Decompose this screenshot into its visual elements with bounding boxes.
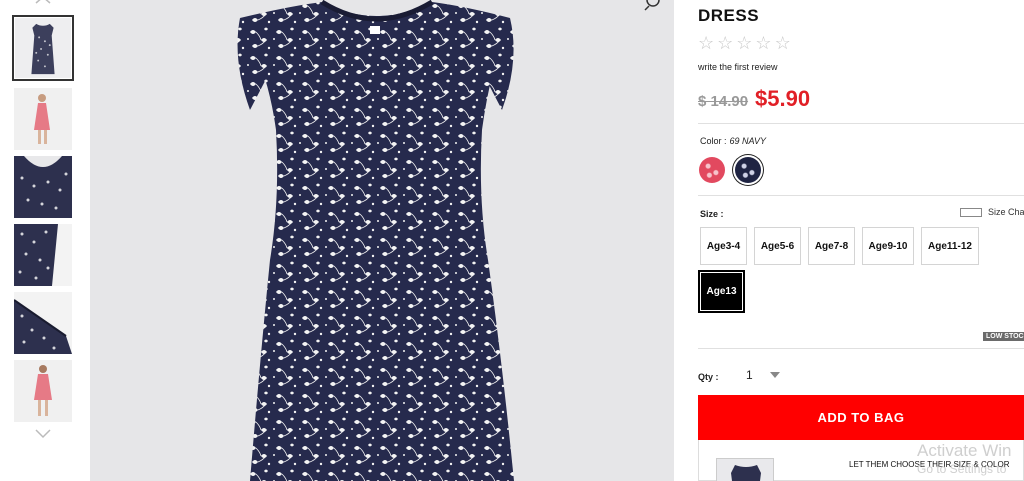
color-swatch-pink[interactable] bbox=[699, 157, 725, 183]
star-icon[interactable]: ☆ bbox=[698, 34, 714, 52]
size-option-age9-10[interactable]: Age9-10 bbox=[862, 227, 914, 265]
divider bbox=[698, 123, 1024, 124]
add-to-bag-button[interactable]: ADD TO BAG bbox=[698, 395, 1024, 440]
size-label: Size : bbox=[700, 209, 724, 219]
zoom-icon[interactable] bbox=[641, 0, 665, 14]
thumbnail-neckline-detail[interactable] bbox=[14, 156, 72, 218]
star-icon[interactable]: ☆ bbox=[736, 34, 752, 52]
size-option-age7-8[interactable]: Age7-8 bbox=[808, 227, 855, 265]
size-option-age3-4[interactable]: Age3-4 bbox=[700, 227, 747, 265]
ruler-icon bbox=[960, 207, 982, 217]
quantity-select[interactable]: 1 bbox=[746, 368, 753, 382]
thumbnail-model-side[interactable] bbox=[14, 88, 72, 150]
selected-color-value: 69 NAVY bbox=[729, 136, 767, 146]
star-icon[interactable]: ☆ bbox=[755, 34, 771, 52]
product-details-panel: DRESS ☆ ☆ ☆ ☆ ☆ write the first review $… bbox=[698, 0, 1024, 481]
size-chart-link[interactable]: Size Cha bbox=[960, 207, 1024, 217]
product-title: DRESS bbox=[698, 6, 760, 25]
quantity-label: Qty : bbox=[698, 372, 719, 382]
color-label: Color :69 NAVY bbox=[700, 136, 766, 146]
divider bbox=[698, 195, 1024, 196]
thumbnail-gallery bbox=[0, 0, 88, 481]
size-chart-label: Size Cha bbox=[988, 207, 1024, 217]
sale-price: $5.90 bbox=[755, 86, 811, 111]
product-page: DRESS ☆ ☆ ☆ ☆ ☆ write the first review $… bbox=[0, 0, 1024, 481]
caret-down-icon[interactable] bbox=[770, 372, 780, 378]
watermark-line2: Go to Settings to bbox=[917, 462, 1007, 476]
size-option-age11-12[interactable]: Age11-12 bbox=[921, 227, 979, 265]
size-option-age13[interactable]: Age13 bbox=[698, 270, 745, 313]
original-price: $ 14.90 bbox=[698, 93, 749, 110]
thumbnail-fabric-detail[interactable] bbox=[14, 224, 72, 286]
thumbnail-dress-front[interactable] bbox=[12, 15, 74, 81]
rating-stars[interactable]: ☆ ☆ ☆ ☆ ☆ bbox=[698, 34, 791, 52]
main-product-image[interactable] bbox=[90, 0, 674, 481]
thumbnail-model-front[interactable] bbox=[14, 360, 72, 422]
divider bbox=[698, 348, 1024, 349]
promo-thumbnail[interactable] bbox=[716, 458, 774, 481]
watermark-line1: Activate Win bbox=[917, 441, 1012, 460]
thumbnail-hem-detail[interactable] bbox=[14, 292, 72, 354]
size-option-age5-6[interactable]: Age5-6 bbox=[754, 227, 801, 265]
activation-watermark: Activate Win Go to Settings to bbox=[917, 441, 1011, 479]
write-review-link[interactable]: write the first review bbox=[698, 62, 778, 72]
color-label-text: Color : bbox=[700, 136, 727, 146]
stock-badge: LOW STOCK bbox=[983, 332, 1024, 341]
chevron-up-icon[interactable] bbox=[33, 0, 53, 4]
star-icon[interactable]: ☆ bbox=[717, 34, 733, 52]
dress-image bbox=[237, 0, 514, 481]
color-swatch-navy[interactable] bbox=[735, 157, 761, 183]
star-icon[interactable]: ☆ bbox=[775, 34, 791, 52]
chevron-down-icon[interactable] bbox=[33, 428, 53, 440]
